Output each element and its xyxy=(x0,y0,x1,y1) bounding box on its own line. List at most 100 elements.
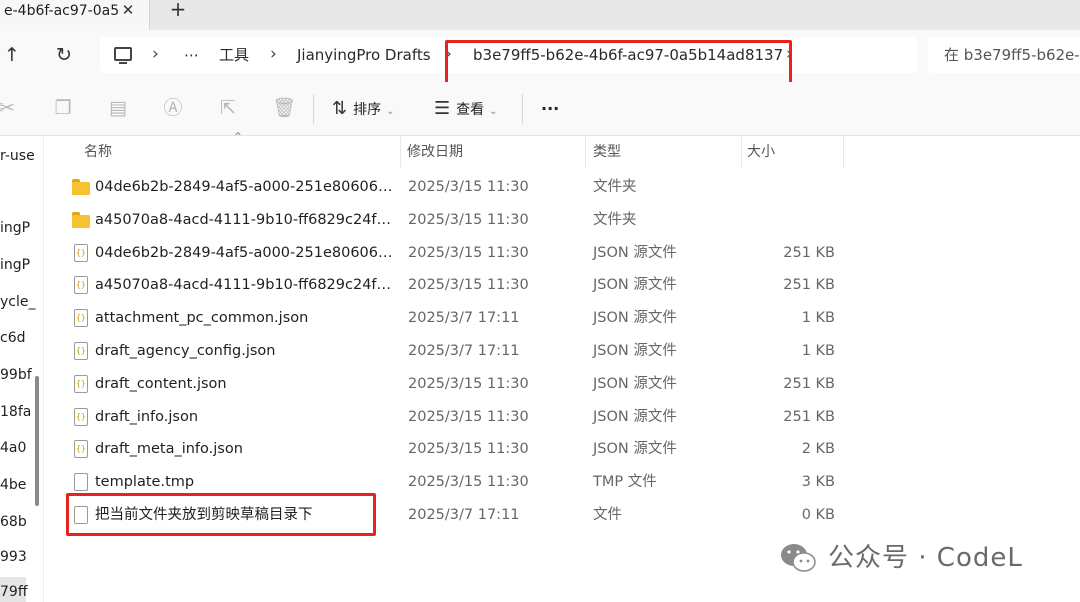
file-size xyxy=(735,204,835,237)
view-label: 查看 xyxy=(456,102,485,118)
table-row[interactable]: draft_meta_info.json 2025/3/15 11:30 JSON … xyxy=(44,433,1080,466)
table-row[interactable]: draft_content.json 2025/3/15 11:30 JSON 源文… xyxy=(44,368,1080,401)
rename-icon[interactable]: Ⓐ xyxy=(162,97,184,119)
file-name: a45070a8-4acd-4111-9b10-ff6829c24f4b xyxy=(95,211,393,228)
nav-item[interactable]: ingP xyxy=(0,254,40,276)
file-name: draft_agency_config.json xyxy=(95,343,276,359)
sort-ascending-icon: ⌃ xyxy=(233,130,244,144)
file-date: 2025/3/15 11:30 xyxy=(408,408,529,425)
file-size xyxy=(735,171,835,204)
navigation-pane: r-use ingP ingP ycle_ c6d 99bf 18fa 4a0 … xyxy=(0,136,44,602)
file-type: JSON 源文件 xyxy=(593,244,677,261)
breadcrumb-item-tools[interactable]: 工具 xyxy=(219,37,249,73)
view-icon: ☰ xyxy=(434,98,451,119)
nav-scrollbar[interactable] xyxy=(35,376,39,506)
file-icon xyxy=(74,473,88,492)
cut-icon[interactable]: ✂ xyxy=(0,97,18,119)
file-type: JSON 源文件 xyxy=(593,375,677,392)
column-divider[interactable] xyxy=(585,136,586,168)
file-date: 2025/3/7 17:11 xyxy=(408,507,520,523)
json-file-icon xyxy=(74,342,88,360)
table-row[interactable]: 04de6b2b-2849-4af5-a000-251e80606e6c 2025… xyxy=(44,171,1080,204)
column-divider[interactable] xyxy=(843,136,844,168)
copy-icon[interactable]: ❐ xyxy=(52,97,74,119)
nav-item[interactable]: ingP xyxy=(0,217,40,239)
json-file-icon xyxy=(74,440,88,459)
file-type: JSON 源文件 xyxy=(593,310,677,327)
table-row[interactable]: a45070a8-4acd-4111-9b10-ff6829c24f4b.j..… xyxy=(44,269,1080,302)
command-bar: ✂ ❐ ▤ Ⓐ ⇱ 🗑 ⇅ 排序 ⌄ ☰ 查看 ⌄ ··· xyxy=(0,82,1080,136)
file-date: 2025/3/7 17:11 xyxy=(408,310,520,327)
file-size: 251 KB xyxy=(783,408,835,425)
wechat-logo-icon xyxy=(781,544,816,572)
breadcrumb-overflow[interactable]: ⋯ xyxy=(184,37,199,73)
file-type: JSON 源文件 xyxy=(593,408,677,425)
table-row[interactable]: draft_agency_config.json 2025/3/7 17:11 JS… xyxy=(44,335,1080,368)
watermark: 公众号 · CodeL xyxy=(780,538,1060,578)
file-type: JSON 源文件 xyxy=(593,343,677,359)
nav-item[interactable]: 4a0 xyxy=(0,437,40,459)
new-tab-icon[interactable]: + xyxy=(168,0,188,22)
file-size: 1 KB xyxy=(801,310,835,327)
json-file-icon xyxy=(74,374,88,393)
delete-icon[interactable]: 🗑 xyxy=(272,97,296,119)
file-date: 2025/3/15 11:30 xyxy=(408,375,529,392)
column-header-size[interactable]: 大小 xyxy=(747,136,775,168)
more-options-button[interactable]: ··· xyxy=(541,97,559,121)
column-header-name[interactable]: 名称 xyxy=(84,136,112,168)
nav-item[interactable]: 99bf xyxy=(0,364,40,386)
paste-icon[interactable]: ▤ xyxy=(107,97,129,119)
nav-item[interactable]: r-use xyxy=(0,145,40,167)
nav-item[interactable]: 4be xyxy=(0,474,40,496)
chevron-right-icon[interactable]: › xyxy=(270,37,277,73)
computer-icon[interactable] xyxy=(114,47,132,61)
column-header-type[interactable]: 类型 xyxy=(593,136,621,168)
toolbar-divider xyxy=(522,94,523,124)
chevron-right-icon[interactable]: › xyxy=(152,37,159,73)
file-size: 251 KB xyxy=(783,244,835,261)
sort-button[interactable]: ⇅ 排序 ⌄ xyxy=(332,97,394,121)
file-size: 251 KB xyxy=(783,375,835,392)
column-divider[interactable] xyxy=(400,136,401,168)
file-type: 文件夹 xyxy=(593,211,637,228)
share-icon[interactable]: ⇱ xyxy=(217,97,239,119)
file-name: 04de6b2b-2849-4af5-a000-251e80606e6c xyxy=(95,179,393,195)
nav-item[interactable]: 993 xyxy=(0,546,40,568)
file-date: 2025/3/7 17:11 xyxy=(408,343,520,359)
chevron-down-icon: ⌄ xyxy=(489,106,498,117)
json-file-icon xyxy=(74,243,88,262)
refresh-icon[interactable]: ↻ xyxy=(52,42,76,68)
file-size: 2 KB xyxy=(801,441,835,458)
column-header-date[interactable]: 修改日期 xyxy=(407,136,463,168)
file-name: draft_content.json xyxy=(95,375,227,392)
file-size: 1 KB xyxy=(801,343,835,359)
table-row[interactable]: draft_info.json 2025/3/15 11:30 JSON 源文件 25… xyxy=(44,401,1080,434)
file-date: 2025/3/15 11:30 xyxy=(408,474,529,491)
nav-item-selected[interactable]: 79ff xyxy=(0,581,40,602)
view-button[interactable]: ☰ 查看 ⌄ xyxy=(434,97,498,121)
tab-close-icon[interactable]: ✕ xyxy=(120,0,136,22)
file-date: 2025/3/15 11:30 xyxy=(408,441,529,458)
tab-bar: e-4b6f-ac97-0a5 ✕ + xyxy=(0,0,1080,30)
file-name: attachment_pc_common.json xyxy=(95,310,309,327)
annotation-box-file xyxy=(66,493,376,536)
file-type: JSON 源文件 xyxy=(593,441,677,458)
json-file-icon xyxy=(74,309,88,328)
table-row[interactable]: 04de6b2b-2849-4af5-a000-251e80606e6c... 2… xyxy=(44,237,1080,270)
breadcrumb-item-jianyingpro-drafts[interactable]: JianyingPro Drafts xyxy=(297,37,431,73)
nav-item[interactable]: 18fa xyxy=(0,401,40,423)
up-arrow-icon[interactable]: ↑ xyxy=(0,42,24,68)
file-date: 2025/3/15 11:30 xyxy=(408,211,529,228)
sort-label: 排序 xyxy=(353,102,382,118)
nav-item[interactable]: ycle_ xyxy=(0,291,40,313)
nav-item[interactable]: 68b xyxy=(0,511,40,533)
table-row[interactable]: a45070a8-4acd-4111-9b10-ff6829c24f4b 2025… xyxy=(44,204,1080,237)
folder-icon xyxy=(72,178,90,196)
search-input[interactable]: 在 b3e79ff5-b62e-4b6f-ac97-0a5b14ad8137 中… xyxy=(928,37,1080,73)
sort-icon: ⇅ xyxy=(332,98,348,119)
table-row[interactable]: attachment_pc_common.json 2025/3/7 17:11 J… xyxy=(44,302,1080,335)
column-divider[interactable] xyxy=(741,136,742,168)
file-type: TMP 文件 xyxy=(593,474,657,491)
file-type: 文件夹 xyxy=(593,179,637,195)
nav-item[interactable]: c6d xyxy=(0,327,40,349)
